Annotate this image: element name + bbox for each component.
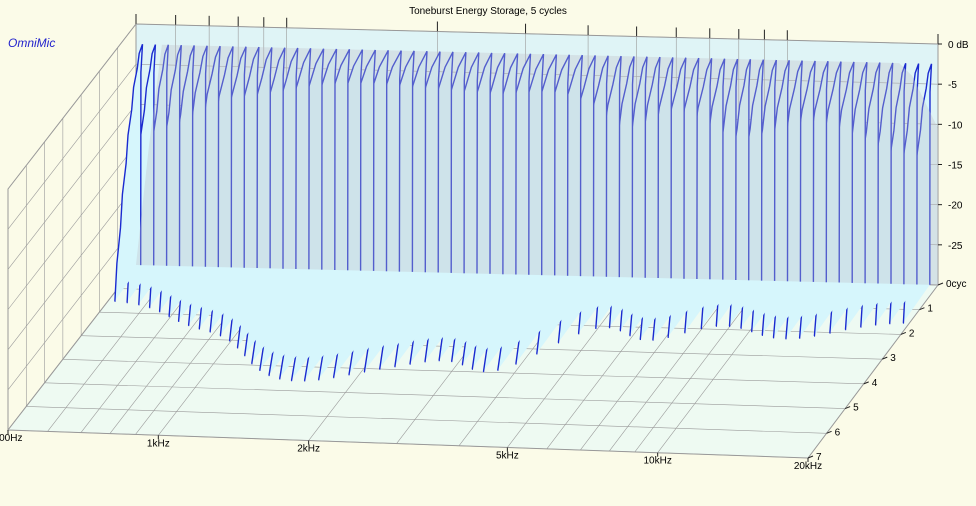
x-tick-label: 10kHz <box>643 456 671 467</box>
x-tick-label: 5kHz <box>496 450 519 461</box>
z-tick-label: 2 <box>909 328 915 339</box>
x-tick-label: 1kHz <box>147 438 170 449</box>
z-tick-label: 6 <box>835 427 841 438</box>
z-tick-label: 7 <box>816 452 822 463</box>
z-tick-label: 0cyc <box>946 279 967 290</box>
z-tick-label: 5 <box>853 403 859 414</box>
y-tick-label: -5 <box>948 80 957 91</box>
z-tick-label: 4 <box>872 378 878 389</box>
y-tick-label: -15 <box>948 161 963 172</box>
omnimic-logo-text: OmniMic <box>8 36 55 50</box>
x-tick-label: 500Hz <box>0 433 22 444</box>
chart-title: Toneburst Energy Storage, 5 cycles <box>409 6 567 17</box>
y-tick-label: -25 <box>948 241 963 252</box>
front-envelope <box>136 44 938 286</box>
x-tick-label: 2kHz <box>297 444 320 455</box>
z-tick-label: 3 <box>890 353 896 364</box>
z-tick-label: 1 <box>927 304 933 315</box>
y-tick-label: -10 <box>948 120 963 131</box>
y-tick-label: 0 dB <box>948 40 969 51</box>
waterfall-chart: 500Hz1kHz2kHz5kHz10kHz20kHz0 dB-5-10-15-… <box>0 0 976 506</box>
y-tick-label: -20 <box>948 201 963 212</box>
